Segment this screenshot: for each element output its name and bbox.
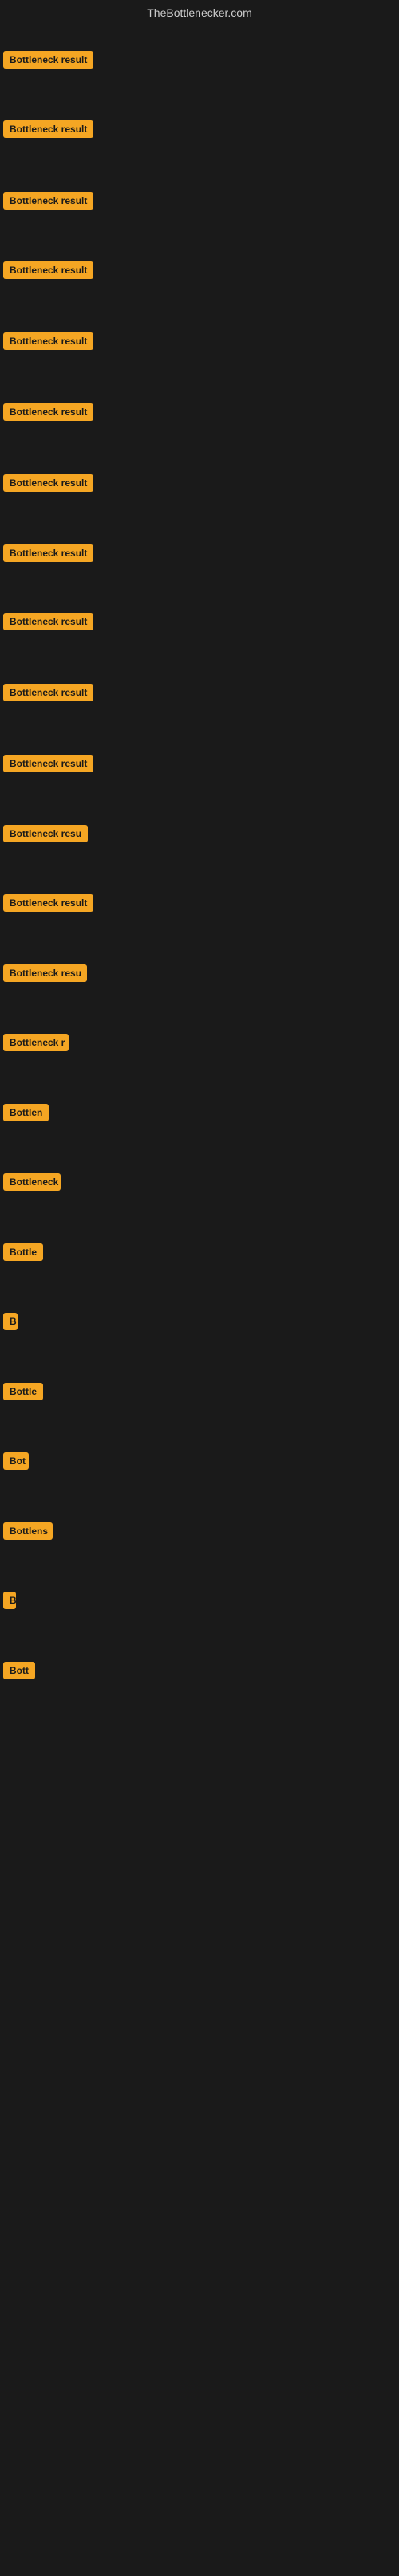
- badge-label: Bottleneck result: [3, 403, 93, 421]
- badge-label: Bottleneck result: [3, 684, 93, 701]
- badge-label: Bot: [3, 1452, 29, 1470]
- bottleneck-result-badge[interactable]: Bottleneck result: [3, 684, 93, 705]
- badge-label: Bottleneck result: [3, 894, 93, 912]
- bottleneck-result-badge[interactable]: Bot: [3, 1452, 29, 1474]
- badge-label: Bottleneck result: [3, 261, 93, 279]
- badge-label: Bottleneck result: [3, 613, 93, 630]
- badge-label: Bottleneck result: [3, 120, 93, 138]
- badge-label: Bottlens: [3, 1522, 53, 1540]
- badge-label: Bottleneck result: [3, 755, 93, 772]
- bottleneck-result-badge[interactable]: Bottlen: [3, 1104, 49, 1125]
- badge-label: Bottleneck: [3, 1173, 61, 1191]
- site-title: TheBottlenecker.com: [147, 6, 252, 19]
- bottleneck-result-badge[interactable]: B: [3, 1313, 18, 1334]
- bottleneck-result-badge[interactable]: Bott: [3, 1662, 35, 1683]
- bottleneck-result-badge[interactable]: Bottleneck result: [3, 403, 93, 425]
- badge-label: Bottlen: [3, 1104, 49, 1121]
- bottleneck-result-badge[interactable]: Bottle: [3, 1243, 43, 1265]
- badges-container: Bottleneck result Bottleneck result Bottle…: [0, 26, 399, 2576]
- badge-label: Bottleneck result: [3, 332, 93, 350]
- bottleneck-result-badge[interactable]: Bottleneck r: [3, 1034, 69, 1055]
- bottleneck-result-badge[interactable]: Bottleneck result: [3, 544, 93, 566]
- bottleneck-result-badge[interactable]: Bottleneck result: [3, 894, 93, 916]
- bottleneck-result-badge[interactable]: Bottleneck result: [3, 474, 93, 496]
- bottleneck-result-badge[interactable]: Bottleneck result: [3, 120, 93, 142]
- bottleneck-result-badge[interactable]: Bottleneck result: [3, 192, 93, 214]
- bottleneck-result-badge[interactable]: Bottleneck result: [3, 613, 93, 634]
- bottleneck-result-badge[interactable]: Bottlens: [3, 1522, 53, 1544]
- bottleneck-result-badge[interactable]: Bottle: [3, 1383, 43, 1404]
- badge-label: Bottleneck result: [3, 51, 93, 69]
- badge-label: Bottleneck result: [3, 192, 93, 210]
- badge-label: Bottleneck resu: [3, 825, 88, 842]
- bottleneck-result-badge[interactable]: Bottleneck result: [3, 51, 93, 73]
- bottleneck-result-badge[interactable]: Bottleneck result: [3, 755, 93, 776]
- badge-label: Bottle: [3, 1243, 43, 1261]
- site-title-bar: TheBottlenecker.com: [0, 0, 399, 26]
- bottleneck-result-badge[interactable]: Bottleneck result: [3, 261, 93, 283]
- badge-label: Bottleneck result: [3, 474, 93, 492]
- badge-label: Bott: [3, 1662, 35, 1679]
- bottleneck-result-badge[interactable]: B: [3, 1592, 16, 1613]
- badge-label: B: [3, 1313, 18, 1330]
- badge-label: B: [3, 1592, 16, 1609]
- badge-label: Bottle: [3, 1383, 43, 1400]
- bottleneck-result-badge[interactable]: Bottleneck: [3, 1173, 61, 1195]
- bottleneck-result-badge[interactable]: Bottleneck resu: [3, 825, 88, 846]
- bottleneck-result-badge[interactable]: Bottleneck result: [3, 332, 93, 354]
- badge-label: Bottleneck result: [3, 544, 93, 562]
- bottleneck-result-badge[interactable]: Bottleneck resu: [3, 964, 87, 986]
- badge-label: Bottleneck resu: [3, 964, 87, 982]
- badge-label: Bottleneck r: [3, 1034, 69, 1051]
